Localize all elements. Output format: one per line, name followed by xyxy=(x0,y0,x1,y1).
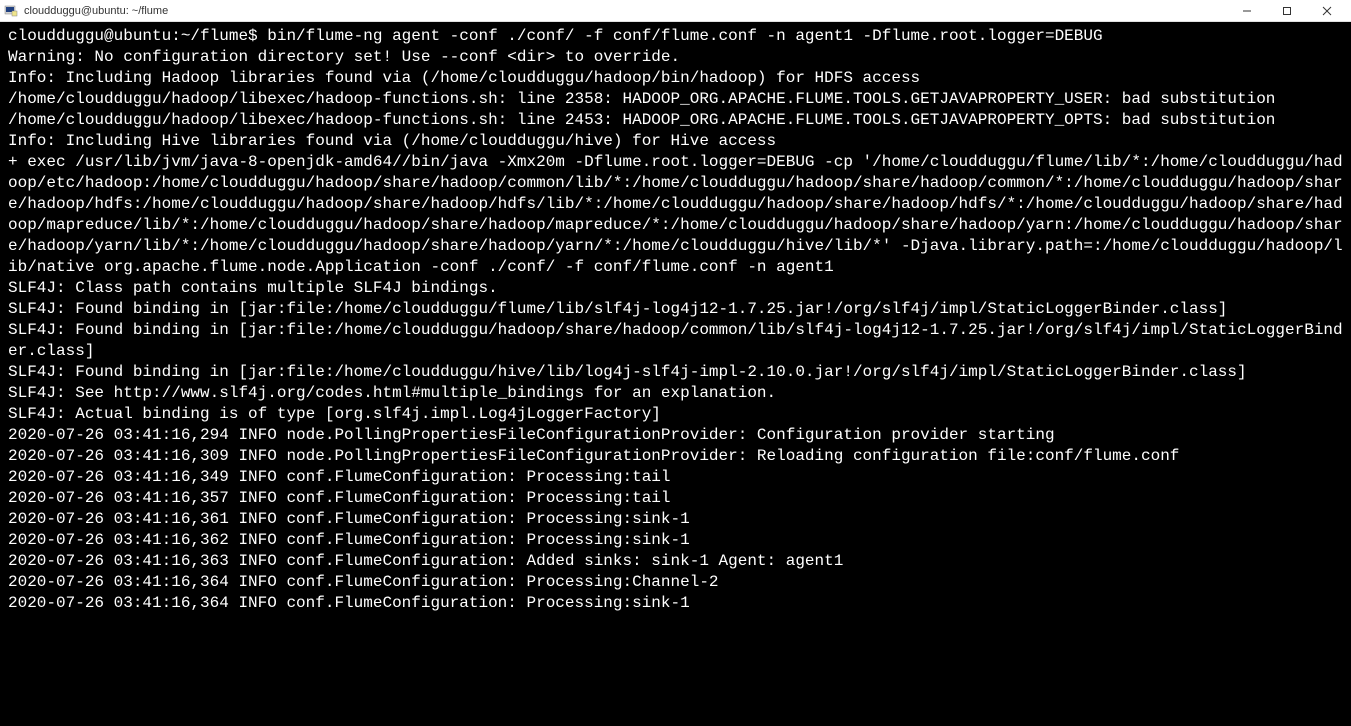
terminal-line: 2020-07-26 03:41:16,362 INFO conf.FlumeC… xyxy=(8,530,1343,551)
terminal-line: 2020-07-26 03:41:16,309 INFO node.Pollin… xyxy=(8,446,1343,467)
terminal-line: 2020-07-26 03:41:16,361 INFO conf.FlumeC… xyxy=(8,509,1343,530)
terminal-line: /home/cloudduggu/hadoop/libexec/hadoop-f… xyxy=(8,89,1343,110)
terminal-line: 2020-07-26 03:41:16,357 INFO conf.FlumeC… xyxy=(8,488,1343,509)
terminal-line: 2020-07-26 03:41:16,364 INFO conf.FlumeC… xyxy=(8,572,1343,593)
terminal-line: /home/cloudduggu/hadoop/libexec/hadoop-f… xyxy=(8,110,1343,131)
titlebar[interactable]: cloudduggu@ubuntu: ~/flume xyxy=(0,0,1351,22)
terminal-line: Info: Including Hive libraries found via… xyxy=(8,131,1343,152)
terminal-line: SLF4J: Found binding in [jar:file:/home/… xyxy=(8,320,1343,362)
minimize-button[interactable] xyxy=(1227,0,1267,22)
window: cloudduggu@ubuntu: ~/flume cloudduggu@ub… xyxy=(0,0,1351,726)
terminal-line: SLF4J: Found binding in [jar:file:/home/… xyxy=(8,362,1343,383)
close-button[interactable] xyxy=(1307,0,1347,22)
terminal-line: SLF4J: Class path contains multiple SLF4… xyxy=(8,278,1343,299)
terminal-line: SLF4J: See http://www.slf4j.org/codes.ht… xyxy=(8,383,1343,404)
maximize-button[interactable] xyxy=(1267,0,1307,22)
terminal-line: 2020-07-26 03:41:16,294 INFO node.Pollin… xyxy=(8,425,1343,446)
terminal-line: 2020-07-26 03:41:16,364 INFO conf.FlumeC… xyxy=(8,593,1343,614)
window-controls xyxy=(1227,0,1347,22)
terminal-line: 2020-07-26 03:41:16,349 INFO conf.FlumeC… xyxy=(8,467,1343,488)
terminal-line: SLF4J: Actual binding is of type [org.sl… xyxy=(8,404,1343,425)
terminal-line: Info: Including Hadoop libraries found v… xyxy=(8,68,1343,89)
terminal-line: SLF4J: Found binding in [jar:file:/home/… xyxy=(8,299,1343,320)
terminal-output[interactable]: cloudduggu@ubuntu:~/flume$ bin/flume-ng … xyxy=(0,22,1351,726)
window-title: cloudduggu@ubuntu: ~/flume xyxy=(24,5,1227,17)
terminal-line: cloudduggu@ubuntu:~/flume$ bin/flume-ng … xyxy=(8,26,1343,47)
terminal-line: + exec /usr/lib/jvm/java-8-openjdk-amd64… xyxy=(8,152,1343,278)
terminal-line: Warning: No configuration directory set!… xyxy=(8,47,1343,68)
terminal-line: 2020-07-26 03:41:16,363 INFO conf.FlumeC… xyxy=(8,551,1343,572)
putty-icon xyxy=(4,4,18,18)
